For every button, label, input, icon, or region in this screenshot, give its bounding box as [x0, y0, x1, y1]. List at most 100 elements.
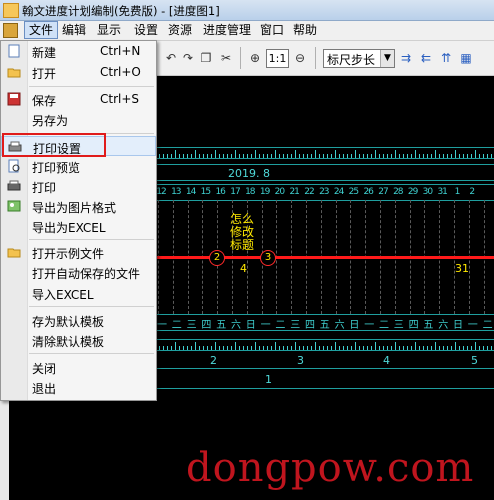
ruler-tick: [427, 154, 428, 158]
menu-item-clear-default-template[interactable]: 清除默认模板: [1, 330, 156, 350]
day-number: 30: [422, 187, 433, 197]
node-circle[interactable]: 2: [209, 250, 225, 266]
menu-item-export-image[interactable]: 导出为图片格式: [1, 196, 156, 216]
chart-line: [155, 200, 494, 201]
bottom-row-number: 5: [471, 354, 478, 367]
menu-item-label: 打开: [32, 67, 57, 81]
ruler-tick: [259, 154, 260, 158]
ruler-step-combo[interactable]: 标尺步长 ▼: [323, 49, 395, 68]
menu-help[interactable]: 帮助: [289, 22, 321, 38]
weekday-label: 六: [231, 320, 241, 331]
ruler-tick: [243, 154, 244, 158]
weekday-label: 二: [171, 320, 182, 331]
document-icon[interactable]: [3, 23, 18, 38]
toolbar-separator: [240, 47, 241, 69]
ruler-tick: [467, 154, 468, 158]
menu-item-export-excel[interactable]: 导出为EXCEL: [1, 216, 156, 236]
weekday-label: 日: [349, 320, 360, 331]
chart-line: [155, 368, 494, 369]
bottom-row-number: 3: [297, 354, 304, 367]
menu-item-open-autosave[interactable]: 打开自动保存的文件: [1, 262, 156, 282]
menu-item-label: 关闭: [32, 362, 57, 376]
ruler-tick: [415, 342, 416, 350]
highlight-box: [2, 133, 106, 157]
weekday-label: 五: [216, 320, 227, 331]
menu-item-save-as[interactable]: 另存为: [1, 109, 156, 129]
ruler-tick: [267, 346, 268, 350]
paste-icon[interactable]: ✂: [218, 50, 234, 66]
menu-item-label: 导出为EXCEL: [32, 221, 106, 235]
weekday-label: 四: [305, 320, 315, 331]
ruler-tick: [323, 154, 324, 158]
ruler-tick: [423, 154, 424, 158]
ruler-tick: [183, 154, 184, 158]
arrow-left-icon[interactable]: ⇇: [418, 50, 434, 66]
zoom-in-icon[interactable]: ⊕: [247, 50, 263, 66]
menu-view[interactable]: 显示: [93, 22, 125, 38]
redo-icon[interactable]: ↷: [180, 50, 196, 66]
ruler-tick: [371, 154, 372, 158]
menu-item-save-default-template[interactable]: 存为默认模板: [1, 310, 156, 330]
ruler-tick: [411, 346, 412, 350]
menu-item-print[interactable]: 打印: [1, 176, 156, 196]
weekday-label: 日: [245, 320, 256, 331]
ruler-tick: [211, 346, 212, 350]
ruler-tick: [387, 154, 388, 158]
window-title: 翰文进度计划编制(免费版) - [进度图1]: [22, 4, 220, 18]
ruler-tick: [331, 154, 332, 158]
day-number: 18: [245, 187, 255, 197]
arrow-right-icon[interactable]: ⇉: [398, 50, 414, 66]
ruler-tick: [391, 346, 392, 350]
ruler-tick: [203, 346, 204, 350]
ruler-tick: [315, 342, 316, 350]
ruler-tick: [407, 154, 408, 158]
ruler-tick: [483, 154, 484, 158]
ruler-tick: [167, 346, 168, 350]
zoom-out-icon[interactable]: ⊖: [292, 50, 308, 66]
ruler-tick: [307, 154, 308, 158]
menu-resources[interactable]: 资源: [164, 22, 196, 38]
menu-window[interactable]: 窗口: [256, 22, 288, 38]
arrow-up-icon[interactable]: ⇈: [438, 50, 454, 66]
ruler-tick: [191, 154, 192, 158]
weekday-label: 三: [186, 320, 197, 331]
ruler-tick: [287, 154, 288, 158]
menu-item-label: 导入EXCEL: [32, 288, 94, 302]
day-number: 21: [289, 187, 299, 197]
menu-file[interactable]: 文件: [24, 21, 59, 39]
task-line[interactable]: [155, 256, 494, 259]
menu-item-open-example[interactable]: 打开示例文件: [1, 242, 156, 262]
chevron-down-icon[interactable]: ▼: [380, 50, 394, 67]
zoom-1to1-button[interactable]: 1:1: [266, 49, 289, 68]
menu-progress[interactable]: 进度管理: [199, 22, 255, 38]
ruler-tick: [251, 154, 252, 158]
ruler-tick: [251, 346, 252, 350]
menu-item-close[interactable]: 关闭: [1, 357, 156, 377]
ruler-tick: [267, 154, 268, 158]
ruler-tick: [491, 154, 492, 158]
day-number: 22: [304, 187, 314, 197]
task-duration: 31: [455, 262, 469, 275]
ruler-tick: [195, 342, 196, 350]
ruler-tick: [347, 346, 348, 350]
copy-icon[interactable]: ❐: [198, 50, 214, 66]
layout-icon[interactable]: ▦: [458, 50, 474, 66]
menu-item-new[interactable]: 新建 Ctrl+N: [1, 41, 156, 61]
ruler-tick: [207, 346, 208, 350]
menu-item-save[interactable]: 保存 Ctrl+S: [1, 89, 156, 109]
undo-icon[interactable]: ↶: [163, 50, 179, 66]
day-number: 12: [156, 187, 166, 197]
menu-item-import-excel[interactable]: 导入EXCEL: [1, 283, 156, 303]
ruler-tick: [487, 346, 488, 350]
ruler-tick: [431, 154, 432, 158]
node-circle[interactable]: 3: [260, 250, 276, 266]
menu-item-shortcut: Ctrl+S: [100, 92, 140, 106]
ruler-tick: [327, 346, 328, 350]
menu-item-exit[interactable]: 退出: [1, 377, 156, 397]
menu-item-print-preview[interactable]: 打印预览: [1, 156, 156, 176]
menu-item-open[interactable]: 打开 Ctrl+O: [1, 62, 156, 82]
menu-edit[interactable]: 编辑: [58, 22, 90, 38]
ruler-tick: [259, 346, 260, 350]
ruler-tick: [291, 154, 292, 158]
menu-settings[interactable]: 设置: [130, 22, 162, 38]
